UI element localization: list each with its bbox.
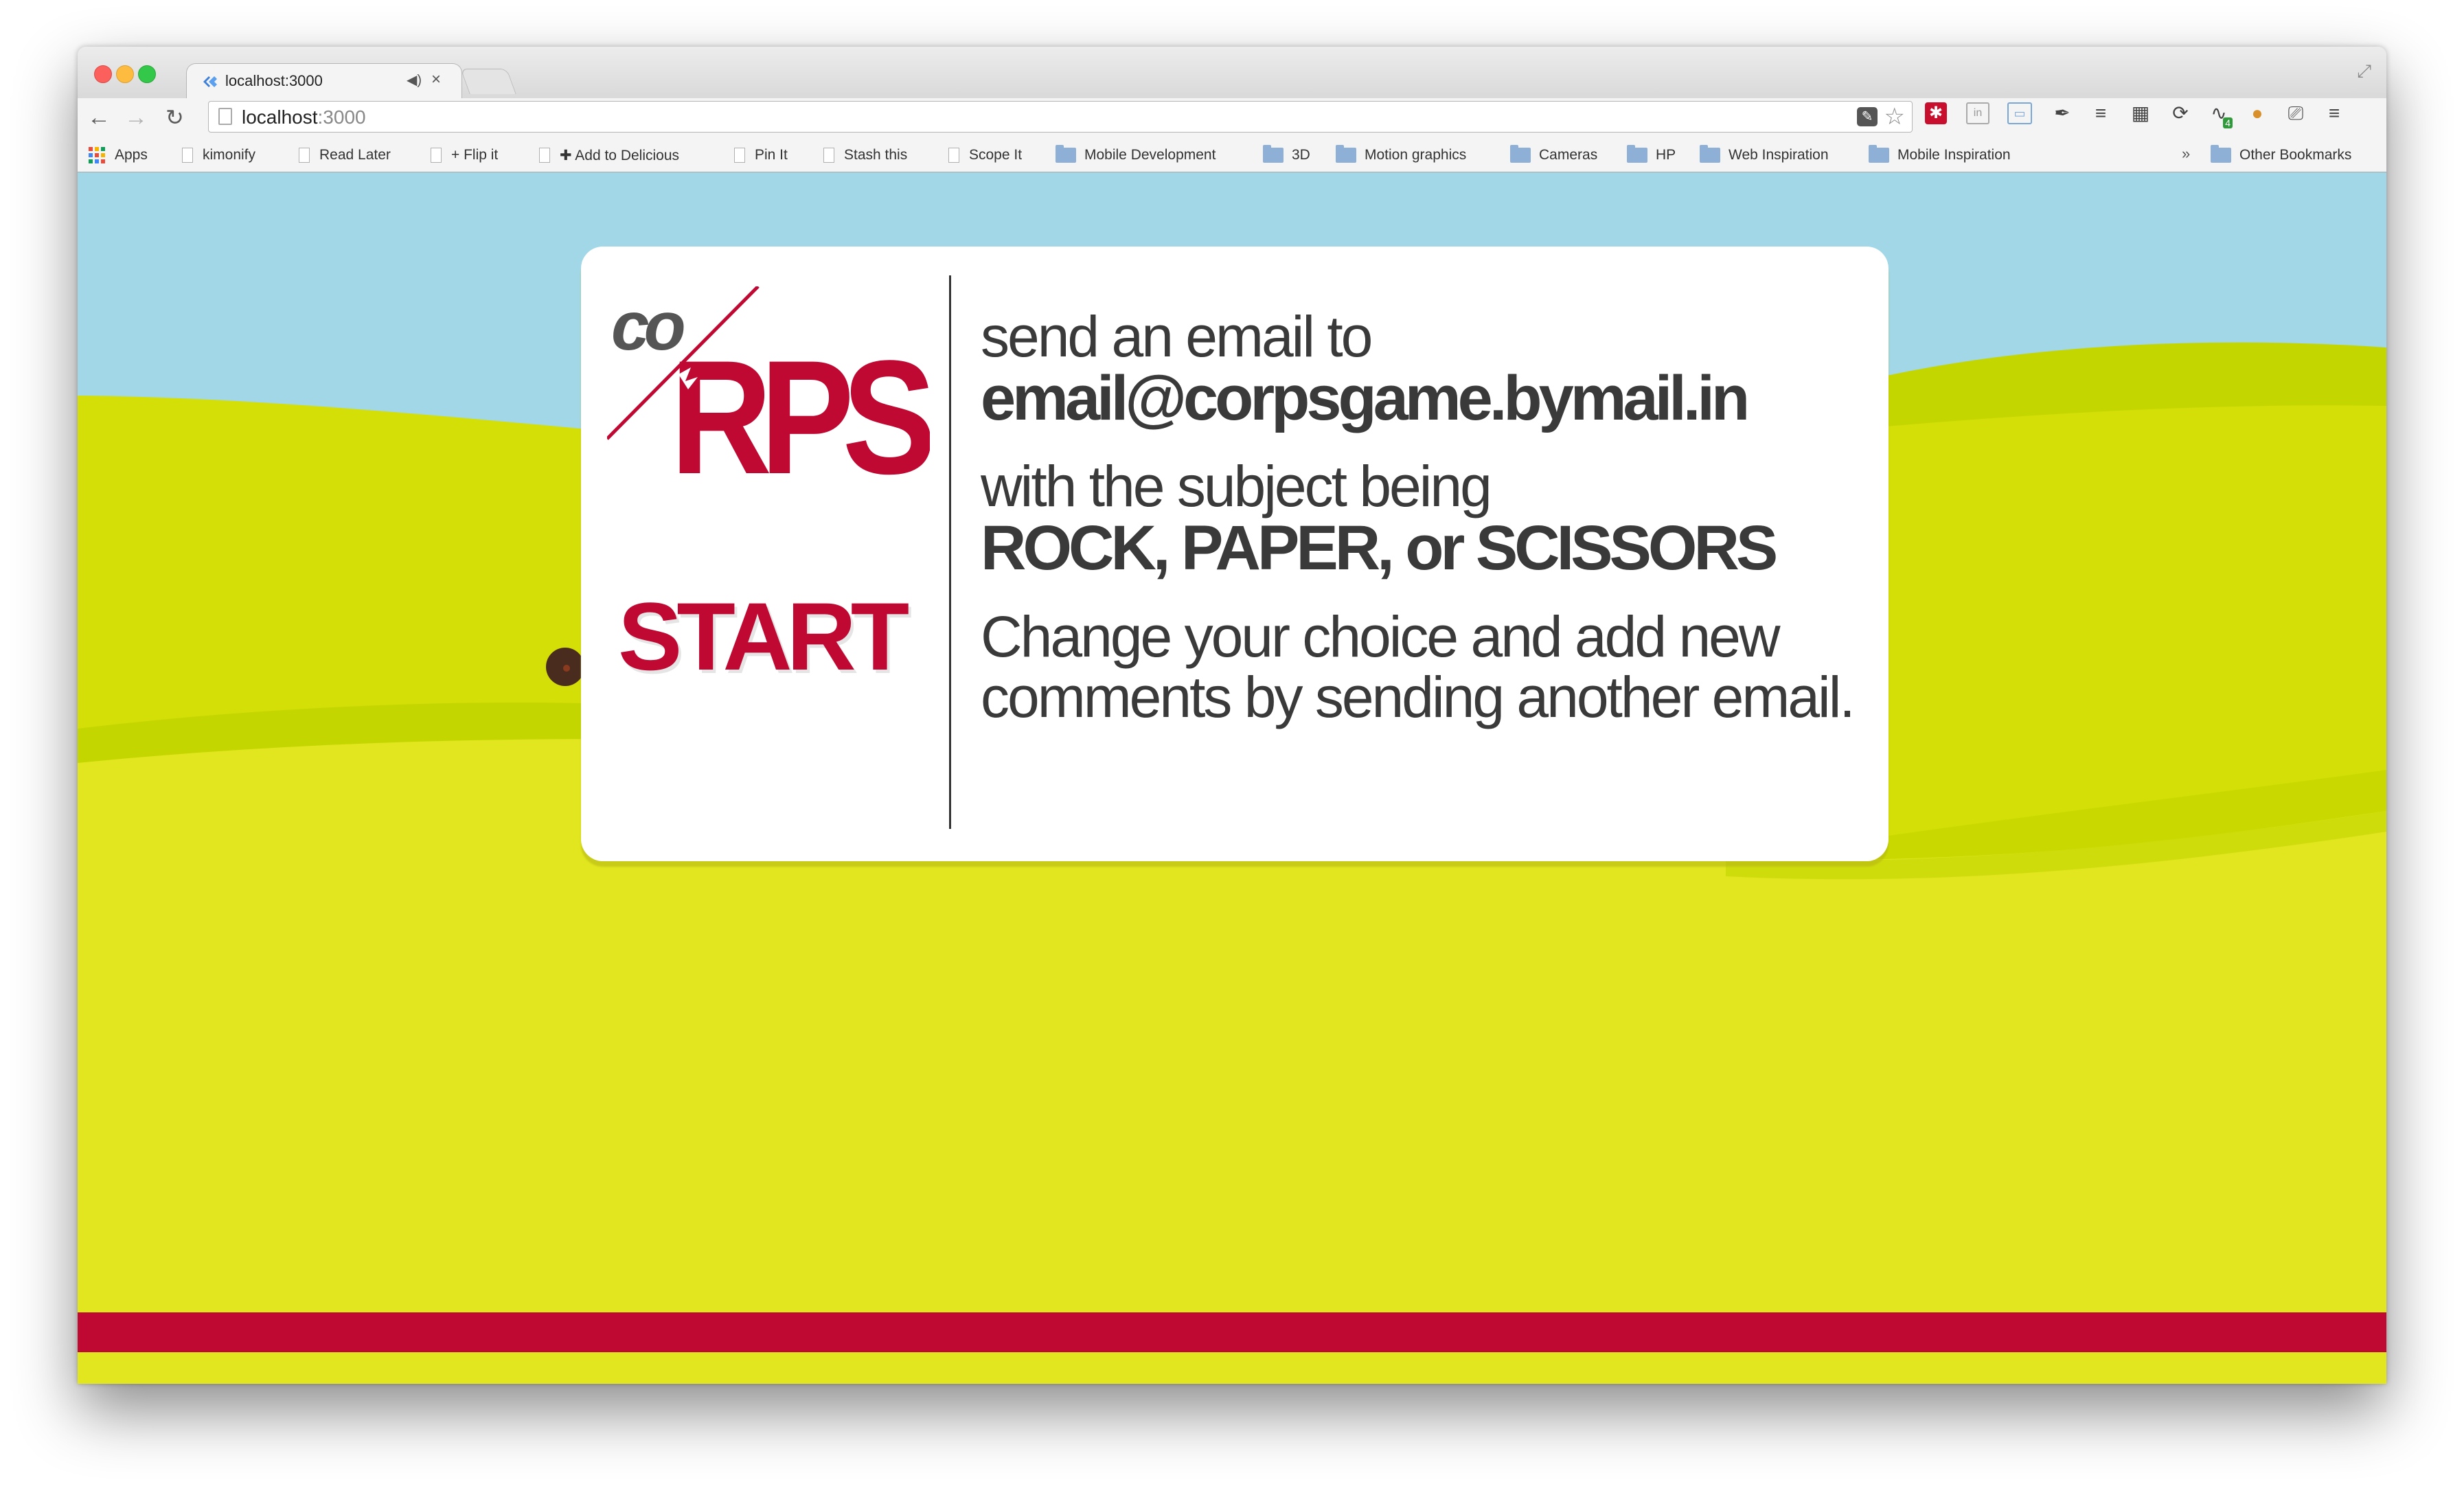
bookmark-label: Motion graphics [1365, 147, 1467, 163]
bookmark-folder-cameras[interactable]: Cameras [1510, 145, 1597, 166]
apps-grid-icon [89, 147, 105, 163]
ball-highlight [563, 665, 570, 672]
bookmark-stash-this[interactable]: Stash this [823, 145, 907, 166]
window-zoom-button[interactable] [138, 65, 156, 83]
bookmark-label: Other Bookmarks [2239, 147, 2352, 163]
bookmark-label: Scope It [969, 147, 1023, 163]
folder-icon [1700, 145, 1720, 163]
card-divider [949, 275, 951, 829]
window-close-button[interactable] [94, 65, 112, 83]
page-icon [431, 148, 442, 163]
bookmark-label: 3D [1292, 147, 1310, 163]
menu-icon[interactable]: ≡ [2322, 101, 2347, 126]
bookmark-label: Apps [115, 147, 148, 163]
tab-title: localhost:3000 [225, 72, 323, 89]
bookmark-folder-motion-graphics[interactable]: Motion graphics [1336, 145, 1466, 166]
linkedin-extension-icon[interactable]: in [1966, 102, 1989, 124]
page-icon [948, 148, 959, 163]
instruction-card: co RPS START send an email to email@corp… [581, 247, 1889, 861]
page-icon [182, 148, 193, 163]
buffer-icon[interactable]: ≡ [2088, 101, 2113, 126]
game-email-address: email@corpsgame.bymail.in [981, 363, 1750, 433]
bookmark-label: HP [1656, 147, 1676, 163]
folder-icon [1869, 145, 1889, 163]
url-host: localhost [242, 106, 318, 128]
folder-icon [1627, 145, 1647, 163]
bookmark-label: Pin It [755, 147, 788, 163]
window-minimize-button[interactable] [116, 65, 134, 83]
bookmark-folder-mobile-development[interactable]: Mobile Development [1056, 145, 1216, 166]
bookmark-label: Stash this [844, 147, 908, 163]
bookmark-apps[interactable]: Apps [89, 145, 148, 166]
instruction-change-choice: Change your choice and add new comments … [981, 604, 1856, 729]
cast-icon[interactable]: ⎚ [2283, 101, 2308, 126]
tab-close-icon[interactable]: × [431, 70, 441, 89]
folder-icon [2211, 145, 2231, 163]
bookmark-label: Cameras [1539, 147, 1598, 163]
browser-window: localhost:3000 ◀) × ⤢ ← → ↻ localhost:30… [78, 47, 2386, 1384]
browser-toolbar: ← → ↻ localhost:3000 ✎ ☆ ✱ in ▭ ✒ ≡ ▦ ⟳ … [78, 98, 2386, 139]
page-icon [823, 148, 834, 163]
lastpass-extension-icon[interactable]: ✱ [1925, 102, 1947, 124]
pulse-icon[interactable]: ∿ 4 [2206, 101, 2233, 128]
folder-icon [1336, 145, 1356, 163]
fullscreen-icon[interactable]: ⤢ [2357, 60, 2371, 82]
bookmark-add-to-delicious[interactable]: ✚ Add to Delicious [539, 145, 679, 166]
subject-choices: ROCK, PAPER, or SCISSORS [981, 513, 1778, 583]
instruction-send-email: send an email to [981, 304, 1373, 369]
bookmark-flip-it[interactable]: + Flip it [431, 145, 498, 166]
forward-button[interactable]: → [124, 104, 148, 131]
url-port: :3000 [317, 106, 366, 128]
bookmarks-overflow-chevron[interactable]: » [2182, 145, 2190, 163]
bookmark-pin-it[interactable]: Pin It [734, 145, 788, 166]
bookmark-label: Read Later [319, 147, 391, 163]
page-action-icon[interactable]: ✎ [1857, 107, 1878, 126]
folder-icon [1263, 145, 1284, 163]
red-stripe [78, 1312, 2386, 1352]
start-button[interactable]: START [618, 589, 934, 685]
corps-logo: co RPS [607, 286, 930, 486]
browser-tab[interactable]: localhost:3000 ◀) × [186, 63, 462, 100]
page-icon [299, 148, 310, 163]
url-text: localhost:3000 [242, 106, 366, 128]
bookmark-folder-other-bookmarks[interactable]: Other Bookmarks [2211, 145, 2351, 166]
bookmark-label: ✚ Add to Delicious [560, 147, 680, 163]
address-bar[interactable]: localhost:3000 ✎ ☆ [208, 101, 1913, 133]
page-icon [539, 148, 550, 163]
sync-icon[interactable]: ⟳ [2168, 101, 2193, 126]
extension-badge: 4 [2223, 117, 2233, 128]
bookmark-folder-3d[interactable]: 3D [1263, 145, 1310, 166]
layout-icon[interactable]: ▦ [2128, 101, 2153, 126]
bookmark-label: Mobile Inspiration [1897, 147, 2011, 163]
instructions: send an email to email@corpsgame.bymail.… [981, 307, 1873, 727]
new-tab-button[interactable] [460, 69, 516, 94]
folder-icon [1510, 145, 1531, 163]
bookmark-kimonify[interactable]: kimonify [182, 145, 255, 166]
bookmark-label: kimonify [203, 147, 256, 163]
bookmark-folder-hp[interactable]: HP [1627, 145, 1676, 166]
back-button[interactable]: ← [87, 104, 111, 131]
bookmark-star-icon[interactable]: ☆ [1884, 103, 1905, 130]
tab-favicon-icon [203, 76, 217, 87]
instruction-subject: with the subject being [981, 454, 1492, 518]
bookmark-label: + Flip it [451, 147, 499, 163]
logo-rps-text: RPS [670, 327, 930, 486]
page-viewport: co RPS START send an email to email@corp… [78, 172, 2386, 1384]
bookmark-label: Mobile Development [1084, 147, 1216, 163]
page-icon [218, 108, 232, 125]
page-icon [734, 148, 745, 163]
tab-strip: localhost:3000 ◀) × ⤢ [78, 47, 2386, 100]
bookmarks-bar: Apps kimonify Read Later + Flip it ✚ Add… [78, 139, 2386, 172]
bookmark-label: Web Inspiration [1729, 147, 1829, 163]
cookie-icon[interactable]: ● [2245, 101, 2270, 126]
folder-icon [1056, 145, 1076, 163]
bookmark-folder-mobile-inspiration[interactable]: Mobile Inspiration [1869, 145, 2011, 166]
window-resizer-icon[interactable]: ▭ [2007, 102, 2032, 124]
reload-button[interactable]: ↻ [166, 104, 184, 131]
bookmark-scope-it[interactable]: Scope It [948, 145, 1022, 166]
speaker-icon[interactable]: ◀) [407, 71, 422, 89]
bookmark-folder-web-inspiration[interactable]: Web Inspiration [1700, 145, 1829, 166]
eyedropper-icon[interactable]: ✒ [2050, 101, 2075, 126]
bookmark-read-later[interactable]: Read Later [299, 145, 391, 166]
